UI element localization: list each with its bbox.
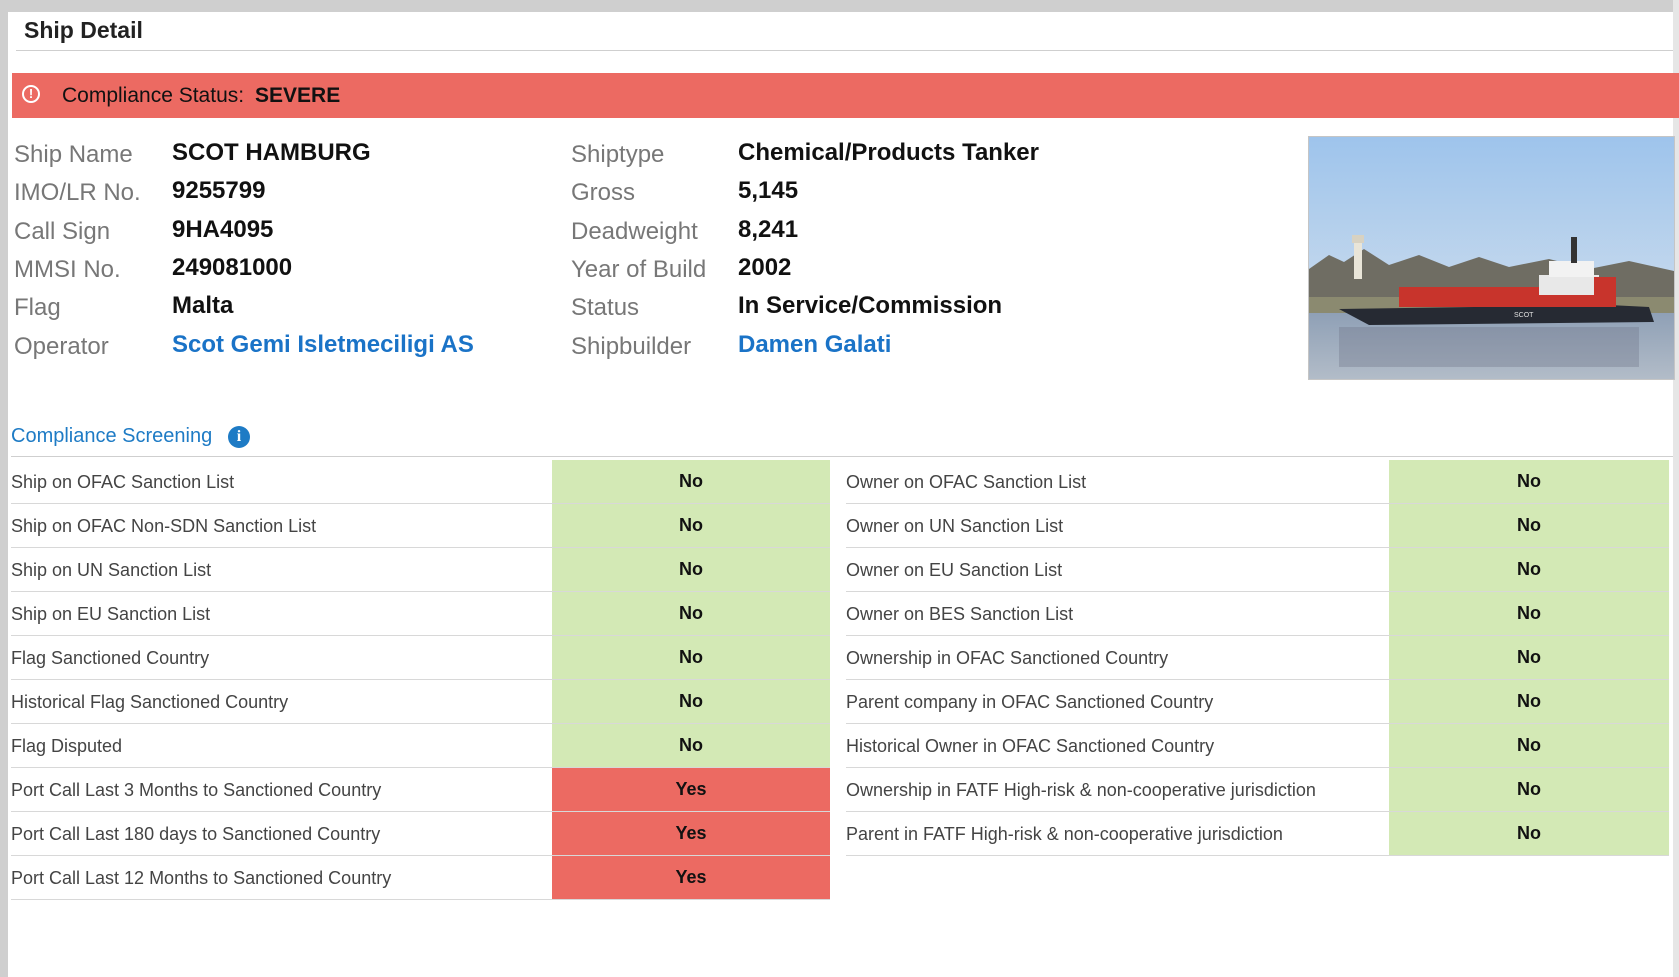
info-value-status: In Service/Commission [738, 292, 1003, 320]
hull-lettering: SCOT [1514, 312, 1534, 319]
link-operator[interactable]: Scot Gemi Isletmeciligi AS [172, 331, 474, 359]
info-value-call-sign: 9HA4095 [172, 215, 274, 243]
ship-detail-page: Ship Detail ! Compliance Status: SEVERE … [8, 12, 1679, 977]
screening-row-flag-disputed: Flag Disputed No [11, 724, 830, 768]
screening-row-ship-on-ofac-sanction-list: Ship on OFAC Sanction List No [11, 460, 830, 504]
screening-row-ownership-in-ofac-sanctioned-country: Ownership in OFAC Sanctioned Country No [846, 636, 1669, 680]
info-value-year-of-build: 2002 [738, 253, 792, 281]
screening-row-flag-sanctioned-country: Flag Sanctioned Country No [11, 636, 830, 680]
screening-row-parent-in-fatf-high-risk-non-cooperative-jurisdiction: Parent in FATF High-risk & non-cooperati… [846, 812, 1669, 856]
screening-label: Flag Sanctioned Country [11, 648, 210, 668]
screening-result-no: No [552, 460, 830, 503]
screening-label: Parent company in OFAC Sanctioned Countr… [846, 692, 1214, 712]
screening-result-no: No [1389, 724, 1669, 767]
screening-label: Port Call Last 12 Months to Sanctioned C… [11, 868, 392, 888]
screening-result-no: No [552, 680, 830, 723]
screening-result-no: No [1389, 504, 1669, 547]
screening-row-owner-on-eu-sanction-list: Owner on EU Sanction List No [846, 548, 1669, 592]
screening-result-no: No [1389, 636, 1669, 679]
screening-label: Ship on OFAC Non-SDN Sanction List [11, 516, 317, 536]
screening-result-yes: Yes [552, 856, 830, 899]
screening-label: Port Call Last 180 days to Sanctioned Co… [11, 824, 381, 844]
screening-row-ship-on-un-sanction-list: Ship on UN Sanction List No [11, 548, 830, 592]
screening-result-yes: Yes [552, 768, 830, 811]
screening-result-no: No [1389, 460, 1669, 503]
link-shipbuilder[interactable]: Damen Galati [738, 331, 891, 359]
screening-row-owner-on-bes-sanction-list: Owner on BES Sanction List No [846, 592, 1669, 636]
screening-result-no: No [1389, 592, 1669, 635]
info-value-gross: 5,145 [738, 177, 799, 205]
info-label-call-sign: Call Sign [14, 217, 111, 245]
info-label-shipbuilder: Shipbuilder [571, 332, 692, 360]
compliance-screening-title: Compliance Screening [11, 425, 213, 447]
screening-label: Port Call Last 3 Months to Sanctioned Co… [11, 780, 382, 800]
screening-row-ownership-in-fatf-high-risk-non-cooperative-jurisdiction: Ownership in FATF High-risk & non-cooper… [846, 768, 1669, 812]
window-frame-left [0, 0, 8, 977]
info-label-year-of-build: Year of Build [571, 255, 707, 283]
screening-label: Owner on UN Sanction List [846, 516, 1064, 536]
screening-result-no: No [552, 592, 830, 635]
screening-label: Owner on EU Sanction List [846, 560, 1063, 580]
screening-label: Historical Flag Sanctioned Country [11, 692, 289, 712]
compliance-status-banner: ! Compliance Status: SEVERE [12, 73, 1679, 118]
screening-result-no: No [1389, 768, 1669, 811]
screening-row-parent-company-in-ofac-sanctioned-country: Parent company in OFAC Sanctioned Countr… [846, 680, 1669, 724]
screening-row-owner-on-un-sanction-list: Owner on UN Sanction List No [846, 504, 1669, 548]
screening-result-yes: Yes [552, 812, 830, 855]
screening-row-port-call-last-12-months-to-sanctioned-country: Port Call Last 12 Months to Sanctioned C… [11, 856, 830, 900]
screening-result-no: No [1389, 680, 1669, 723]
info-value-shiptype: Chemical/Products Tanker [738, 139, 1039, 166]
info-label-imo-lr-no: IMO/LR No. [14, 179, 141, 207]
info-value-imo-lr-no: 9255799 [172, 177, 266, 205]
ship-photo: SCOT [1308, 136, 1675, 380]
screening-label: Flag Disputed [11, 736, 123, 756]
info-value-mmsi-no: 249081000 [172, 253, 293, 281]
screening-label: Ownership in FATF High-risk & non-cooper… [846, 780, 1316, 800]
info-icon[interactable]: i [228, 426, 250, 448]
info-label-status: Status [571, 294, 640, 322]
screening-row-historical-flag-sanctioned-country: Historical Flag Sanctioned Country No [11, 680, 830, 724]
screening-result-no: No [1389, 548, 1669, 591]
screening-row-ship-on-ofac-non-sdn-sanction-list: Ship on OFAC Non-SDN Sanction List No [11, 504, 830, 548]
info-label-operator: Operator [14, 332, 109, 360]
screening-label: Ship on UN Sanction List [11, 560, 212, 580]
screening-label: Ship on OFAC Sanction List [11, 472, 235, 492]
info-label-flag: Flag [14, 294, 61, 322]
info-label-mmsi-no: MMSI No. [14, 255, 121, 283]
screening-result-no: No [1389, 812, 1669, 855]
info-label-deadweight: Deadweight [571, 217, 698, 245]
screening-result-no: No [552, 548, 830, 591]
screening-label: Owner on OFAC Sanction List [846, 472, 1087, 492]
screening-result-no: No [552, 504, 830, 547]
info-label-ship-name: Ship Name [14, 141, 133, 168]
page-title: Ship Detail [24, 17, 143, 43]
screening-label: Historical Owner in OFAC Sanctioned Coun… [846, 736, 1215, 756]
compliance-status-value: SEVERE [255, 84, 341, 107]
screening-label: Ship on EU Sanction List [11, 604, 211, 624]
alert-circle-icon: ! [22, 85, 40, 103]
screening-result-no: No [552, 636, 830, 679]
screening-row-owner-on-ofac-sanction-list: Owner on OFAC Sanction List No [846, 460, 1669, 504]
screening-row-port-call-last-180-days-to-sanctioned-country: Port Call Last 180 days to Sanctioned Co… [11, 812, 830, 856]
screening-row-ship-on-eu-sanction-list: Ship on EU Sanction List No [11, 592, 830, 636]
screening-label: Ownership in OFAC Sanctioned Country [846, 648, 1169, 668]
info-label-shiptype: Shiptype [571, 141, 665, 168]
section-divider [11, 456, 1673, 457]
info-value-deadweight: 8,241 [738, 215, 799, 243]
compliance-status-label: Compliance Status: [62, 84, 245, 107]
screening-row-port-call-last-3-months-to-sanctioned-country: Port Call Last 3 Months to Sanctioned Co… [11, 768, 830, 812]
window-frame-top [0, 0, 1679, 12]
info-label-gross: Gross [571, 179, 636, 207]
info-value-flag: Malta [172, 292, 234, 320]
title-bar: Ship Detail [16, 14, 1673, 51]
screening-result-no: No [552, 724, 830, 767]
screening-label: Parent in FATF High-risk & non-cooperati… [846, 824, 1283, 844]
info-value-ship-name: SCOT HAMBURG [172, 139, 371, 166]
screening-row-historical-owner-in-ofac-sanctioned-country: Historical Owner in OFAC Sanctioned Coun… [846, 724, 1669, 768]
screening-label: Owner on BES Sanction List [846, 604, 1074, 624]
